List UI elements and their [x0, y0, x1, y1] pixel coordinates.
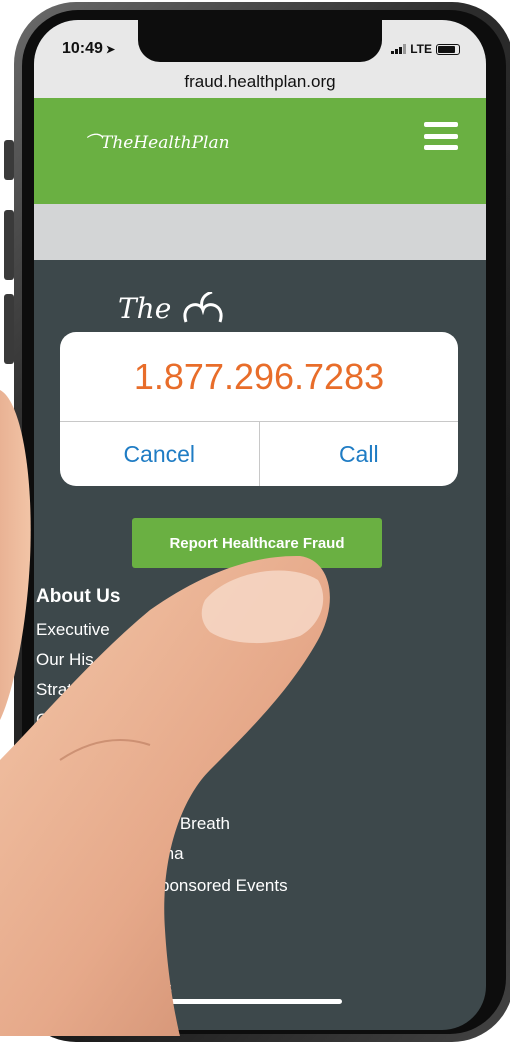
footer-link-executive[interactable]: Executive: [36, 620, 110, 640]
notch: [138, 20, 382, 62]
dialog-phone-number: 1.877.296.7283: [60, 332, 458, 422]
footer-link-asthma[interactable]: ma: [160, 844, 184, 864]
footer-link-careers[interactable]: Ca: [36, 710, 58, 730]
site-header: ⌒TheHealthPlan: [34, 98, 486, 204]
dialog-actions: Cancel Call: [60, 422, 458, 486]
home-indicator[interactable]: [170, 999, 342, 1004]
site-logo[interactable]: ⌒TheHealthPlan: [84, 128, 230, 153]
footer-link-strategy[interactable]: Strat: [36, 680, 72, 700]
footer-link-history[interactable]: Our His: [36, 650, 94, 670]
footer-logo-text: The: [118, 292, 172, 325]
footer-link-events[interactable]: ponsored Events: [160, 876, 288, 896]
apple-outline-icon: [183, 290, 223, 323]
report-fraud-button[interactable]: Report Healthcare Fraud: [132, 518, 382, 568]
status-indicators: LTE: [391, 42, 460, 56]
cancel-button[interactable]: Cancel: [60, 422, 260, 486]
battery-level: [438, 45, 455, 53]
signal-strength-icon: [391, 44, 407, 54]
mute-switch: [4, 140, 14, 180]
time-text: 10:49: [62, 40, 103, 57]
footer-link-breath[interactable]: ur Breath: [160, 814, 230, 834]
volume-down-button: [4, 294, 14, 364]
location-arrow-icon: ➤: [105, 44, 116, 56]
call-dialog: 1.877.296.7283 Cancel Call: [60, 332, 458, 486]
phone-screen: 10:49 ➤ LTE fraud.healthplan.org ⌒TheHeal…: [34, 20, 486, 1030]
network-type: LTE: [410, 42, 432, 56]
volume-up-button: [4, 210, 14, 280]
footer-logo: The: [118, 290, 226, 332]
status-time: 10:49 ➤: [62, 40, 115, 58]
address-bar-url[interactable]: fraud.healthplan.org: [34, 72, 486, 92]
grey-banner: [34, 204, 486, 260]
footer-heading-about: About Us: [36, 586, 121, 607]
status-bar: 10:49 ➤ LTE fraud.healthplan.org: [34, 20, 486, 98]
call-button[interactable]: Call: [260, 422, 459, 486]
apple-logo-icon: ⌒: [84, 133, 101, 153]
logo-text: TheHealthPlan: [101, 133, 230, 153]
hamburger-menu-icon[interactable]: [424, 122, 458, 150]
footer-link-releases[interactable]: ases: [136, 978, 172, 998]
battery-icon: [436, 43, 460, 55]
